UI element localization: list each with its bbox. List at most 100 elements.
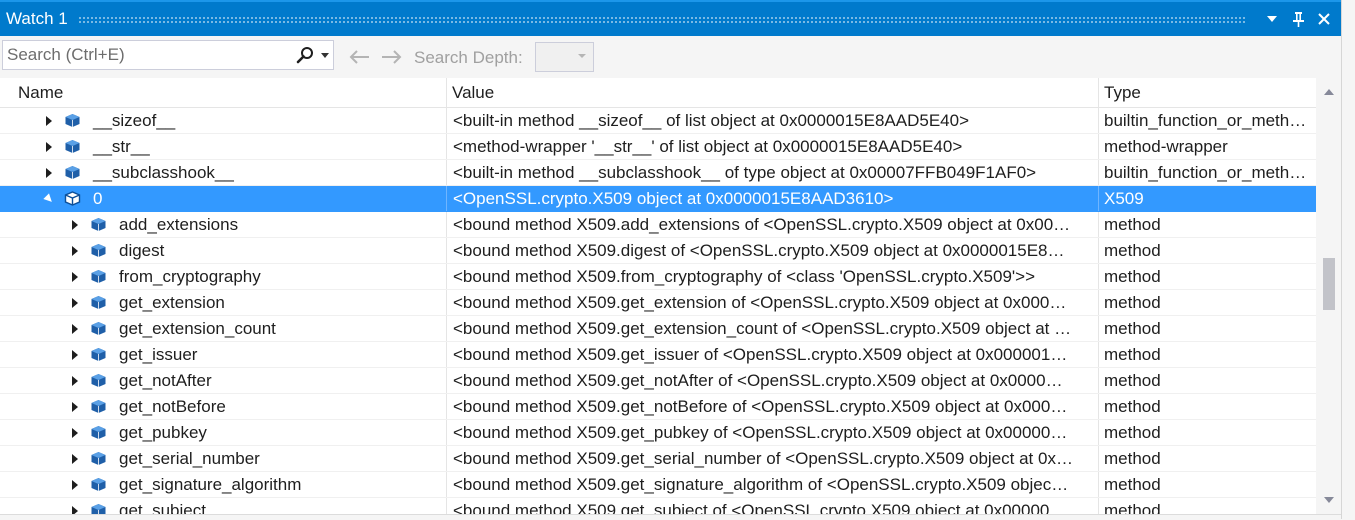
- watch-row-value[interactable]: <bound method X509.get_extension_count o…: [447, 316, 1099, 341]
- collapsed-arrow-icon: [72, 323, 78, 334]
- watch-row-name-cell[interactable]: __subclasshook__: [0, 160, 447, 185]
- watch-row[interactable]: get_signature_algorithm <bound method X50…: [0, 472, 1316, 498]
- watch-row-type: method: [1104, 241, 1161, 260]
- watch-row[interactable]: digest <bound method X509.digest of <Open…: [0, 238, 1316, 264]
- watch-row[interactable]: add_extensions <bound method X509.add_ext…: [0, 212, 1316, 238]
- watch-row-value[interactable]: <bound method X509.get_notAfter of <Open…: [447, 368, 1099, 393]
- watch-row-value[interactable]: <bound method X509.get_notBefore of <Ope…: [447, 394, 1099, 419]
- vertical-scrollbar[interactable]: [1316, 78, 1341, 519]
- watch-row[interactable]: __str__ <method-wrapper '__str__' of list…: [0, 134, 1316, 160]
- watch-row[interactable]: 0 <OpenSSL.crypto.X509 object at 0x000001…: [0, 186, 1316, 212]
- object-member-icon: [91, 348, 106, 361]
- scrollbar-thumb[interactable]: [1323, 258, 1335, 310]
- column-header-name[interactable]: Name: [0, 78, 447, 107]
- scroll-down-button[interactable]: [1316, 488, 1341, 512]
- search-depth-select[interactable]: [535, 42, 594, 72]
- search-next-button[interactable]: [380, 45, 404, 69]
- expand-toggle[interactable]: [68, 420, 82, 445]
- watch-row-type: method: [1104, 319, 1161, 338]
- object-member-icon: [91, 426, 106, 439]
- watch-row[interactable]: get_notBefore <bound method X509.get_notB…: [0, 394, 1316, 420]
- watch-row-value[interactable]: <bound method X509.get_extension of <Ope…: [447, 290, 1099, 315]
- collapsed-arrow-icon: [72, 297, 78, 308]
- watch-row-name-cell[interactable]: digest: [0, 238, 447, 263]
- watch-row-name-cell[interactable]: __sizeof__: [0, 108, 447, 133]
- watch-row-value[interactable]: <bound method X509.get_pubkey of <OpenSS…: [447, 420, 1099, 445]
- watch-row-name-cell[interactable]: get_notAfter: [0, 368, 447, 393]
- arrow-left-icon: [349, 50, 369, 64]
- watch-row[interactable]: get_pubkey <bound method X509.get_pubkey …: [0, 420, 1316, 446]
- chevron-up-icon: [1323, 89, 1334, 95]
- watch-row-type: method: [1104, 345, 1161, 364]
- object-member-icon: [91, 322, 106, 335]
- chevron-down-icon: [1323, 497, 1334, 503]
- watch-row-name: digest: [119, 241, 165, 260]
- expand-toggle[interactable]: [68, 316, 82, 341]
- expand-toggle[interactable]: [42, 134, 56, 159]
- watch-row-value[interactable]: <bound method X509.from_cryptography of …: [447, 264, 1099, 289]
- watch-row-name-cell[interactable]: 0: [0, 186, 447, 211]
- watch-row-value[interactable]: <built-in method __subclasshook__ of typ…: [447, 160, 1099, 185]
- expand-toggle[interactable]: [42, 108, 56, 133]
- watch-toolbar: Search Depth:: [0, 36, 1341, 78]
- watch-row-name-cell[interactable]: get_pubkey: [0, 420, 447, 445]
- watch-row-name-cell[interactable]: add_extensions: [0, 212, 447, 237]
- expand-toggle[interactable]: [68, 368, 82, 393]
- column-header-value[interactable]: Value: [447, 78, 1099, 107]
- watch-row-value[interactable]: <bound method X509.get_issuer of <OpenSS…: [447, 342, 1099, 367]
- expand-toggle[interactable]: [68, 290, 82, 315]
- watch-row[interactable]: from_cryptography <bound method X509.from…: [0, 264, 1316, 290]
- search-previous-button[interactable]: [347, 45, 371, 69]
- watch-row-type: method: [1104, 293, 1161, 312]
- expand-toggle[interactable]: [68, 264, 82, 289]
- object-member-icon: [91, 478, 106, 491]
- watch-window-titlebar[interactable]: Watch 1: [0, 0, 1341, 36]
- expand-toggle[interactable]: [68, 238, 82, 263]
- watch-row-name-cell[interactable]: __str__: [0, 134, 447, 159]
- expand-toggle[interactable]: [68, 446, 82, 471]
- collapse-toggle[interactable]: [42, 186, 56, 211]
- watch-row-value[interactable]: <bound method X509.add_extensions of <Op…: [447, 212, 1099, 237]
- watch-row-type: method: [1104, 475, 1161, 494]
- watch-row-name-cell[interactable]: from_cryptography: [0, 264, 447, 289]
- watch-row[interactable]: get_extension_count <bound method X509.ge…: [0, 316, 1316, 342]
- watch-row-name-cell[interactable]: get_serial_number: [0, 446, 447, 471]
- expand-toggle[interactable]: [68, 394, 82, 419]
- watch-row-type: X509: [1104, 189, 1144, 208]
- watch-row-name-cell[interactable]: get_signature_algorithm: [0, 472, 447, 497]
- watch-row-name-cell[interactable]: get_extension: [0, 290, 447, 315]
- watch-row-value[interactable]: <bound method X509.get_signature_algorit…: [447, 472, 1099, 497]
- search-input[interactable]: [3, 41, 293, 69]
- watch-row-name: get_extension: [119, 293, 225, 312]
- search-options-dropdown[interactable]: [317, 43, 333, 67]
- watch-row-value[interactable]: <bound method X509.get_serial_number of …: [447, 446, 1099, 471]
- search-box[interactable]: [2, 40, 334, 70]
- watch-row-value[interactable]: <OpenSSL.crypto.X509 object at 0x0000015…: [447, 186, 1099, 211]
- watch-row-name-cell[interactable]: get_extension_count: [0, 316, 447, 341]
- search-icon[interactable]: [293, 43, 317, 67]
- watch-row[interactable]: get_issuer <bound method X509.get_issuer …: [0, 342, 1316, 368]
- column-header-type[interactable]: Type: [1099, 78, 1316, 107]
- expand-toggle[interactable]: [68, 472, 82, 497]
- close-button[interactable]: [1311, 4, 1337, 34]
- watch-row[interactable]: __subclasshook__ <built-in method __subcl…: [0, 160, 1316, 186]
- scroll-up-button[interactable]: [1316, 80, 1341, 104]
- object-member-icon: [91, 244, 106, 257]
- watch-row-name-cell[interactable]: get_issuer: [0, 342, 447, 367]
- watch-row[interactable]: get_notAfter <bound method X509.get_notAf…: [0, 368, 1316, 394]
- watch-row-type: method-wrapper: [1104, 137, 1228, 156]
- expand-toggle[interactable]: [68, 342, 82, 367]
- watch-row[interactable]: get_extension <bound method X509.get_exte…: [0, 290, 1316, 316]
- pin-button[interactable]: [1285, 4, 1311, 34]
- titlebar-grip[interactable]: [77, 15, 1245, 23]
- window-dropdown-button[interactable]: [1259, 4, 1285, 34]
- watch-row-name-cell[interactable]: get_notBefore: [0, 394, 447, 419]
- watch-row-value[interactable]: <built-in method __sizeof__ of list obje…: [447, 108, 1099, 133]
- watch-row-name: get_extension_count: [119, 319, 276, 338]
- watch-row[interactable]: __sizeof__ <built-in method __sizeof__ of…: [0, 108, 1316, 134]
- expand-toggle[interactable]: [42, 160, 56, 185]
- expand-toggle[interactable]: [68, 212, 82, 237]
- watch-row-value[interactable]: <bound method X509.digest of <OpenSSL.cr…: [447, 238, 1099, 263]
- watch-row[interactable]: get_serial_number <bound method X509.get_…: [0, 446, 1316, 472]
- watch-row-value[interactable]: <method-wrapper '__str__' of list object…: [447, 134, 1099, 159]
